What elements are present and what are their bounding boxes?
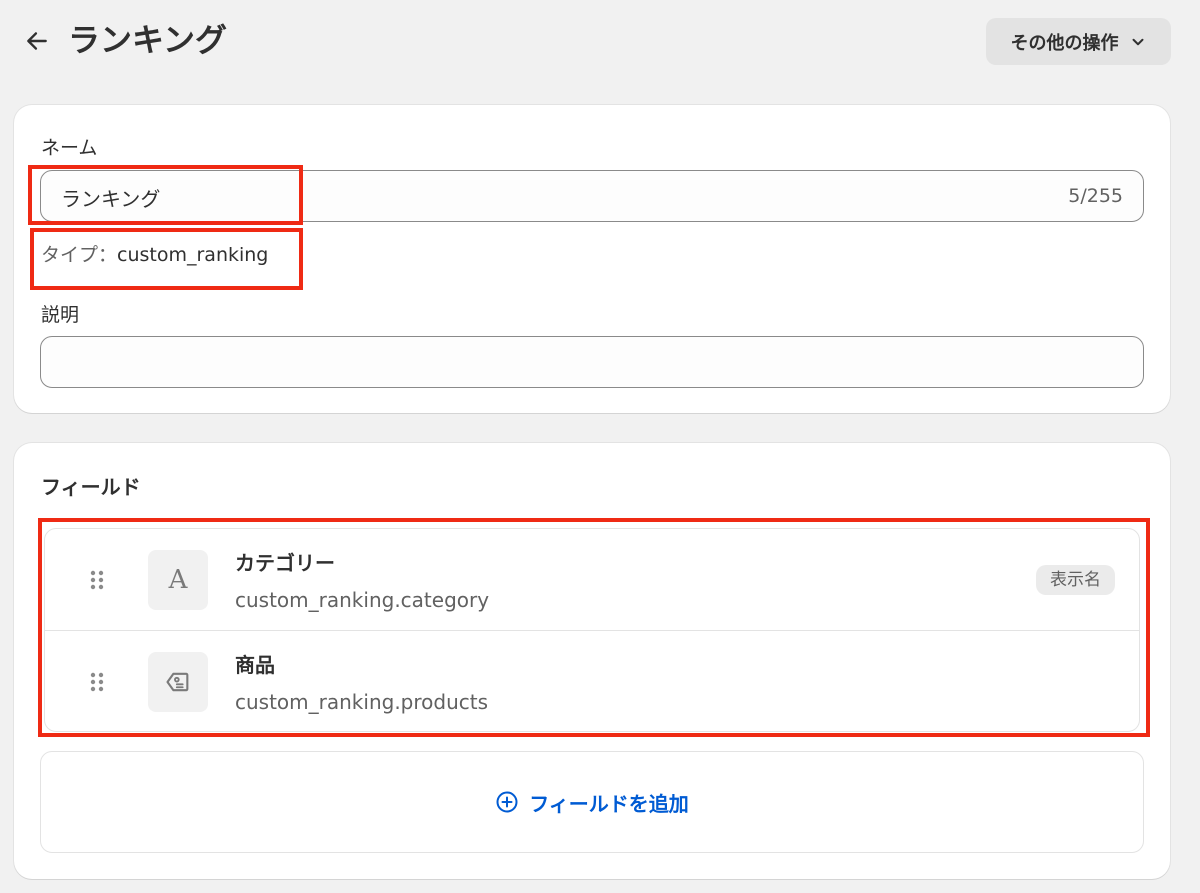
name-input[interactable]: ランキング 5/255 — [40, 170, 1144, 222]
type-label: タイプ： — [41, 244, 118, 266]
fields-section-title: フィールド — [41, 475, 141, 499]
tag-icon — [166, 672, 189, 692]
display-name-badge: 表示名 — [1036, 565, 1115, 595]
text-a-icon: A — [148, 550, 208, 610]
product-tag-icon — [148, 652, 208, 712]
description-label: 説明 — [41, 304, 80, 326]
page-title: ランキング — [68, 21, 228, 59]
more-actions-label: その他の操作 — [1010, 32, 1119, 54]
more-actions-button[interactable]: その他の操作 — [986, 18, 1171, 65]
name-input-value: ランキング — [61, 187, 161, 211]
text-a-glyph: A — [168, 565, 188, 595]
page: ランキング その他の操作 ネーム ランキング 5/255 タイプ：custom_… — [0, 0, 1200, 893]
field-list: A カテゴリー custom_ranking.category 表示名 商品 c… — [44, 528, 1140, 732]
name-label: ネーム — [41, 137, 98, 159]
fields-card: フィールド A カテゴリー custom_ranking.category 表示… — [14, 443, 1170, 879]
description-input[interactable] — [40, 336, 1144, 388]
field-row-category[interactable]: A カテゴリー custom_ranking.category 表示名 — [45, 529, 1139, 630]
name-char-counter: 5/255 — [1068, 185, 1123, 207]
type-row: タイプ：custom_ranking — [41, 240, 268, 267]
plus-circle-icon — [496, 791, 518, 813]
add-field-label: フィールドを追加 — [529, 791, 689, 816]
drag-handle-icon[interactable] — [89, 569, 105, 591]
field-row-products[interactable]: 商品 custom_ranking.products — [45, 630, 1139, 731]
type-value: custom_ranking — [117, 244, 269, 266]
definition-card: ネーム ランキング 5/255 タイプ：custom_ranking 説明 — [14, 105, 1170, 413]
chevron-down-icon — [1132, 38, 1143, 45]
field-key: custom_ranking.products — [235, 690, 489, 714]
add-field-button[interactable]: フィールドを追加 — [40, 751, 1144, 853]
drag-handle-icon[interactable] — [89, 671, 105, 693]
field-name: カテゴリー — [235, 551, 335, 575]
field-key: custom_ranking.category — [235, 588, 490, 612]
arrow-left-icon — [27, 32, 47, 50]
back-button[interactable] — [20, 24, 54, 58]
field-name: 商品 — [235, 653, 275, 677]
